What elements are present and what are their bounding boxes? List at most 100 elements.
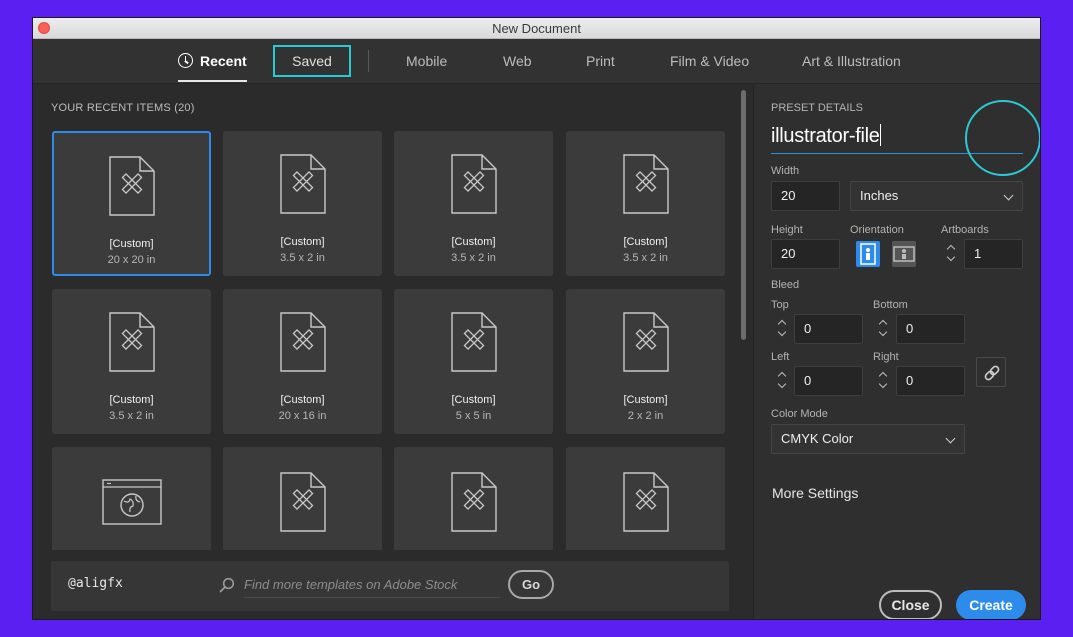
orientation-label: Orientation xyxy=(850,224,904,236)
recent-item-card[interactable]: [Custom] 20 x 16 in xyxy=(223,289,382,434)
recent-item-card[interactable]: [Custom] 5 x 5 in xyxy=(394,289,553,434)
scrollbar-thumb[interactable] xyxy=(741,90,746,340)
recent-item-card[interactable]: [Custom] 2 x 2 in xyxy=(566,289,725,434)
more-settings-link[interactable]: More Settings xyxy=(772,485,858,501)
recent-item-name: [Custom] xyxy=(280,394,325,406)
artboards-field[interactable]: 1 xyxy=(964,239,1023,269)
recent-item-name: [Custom] xyxy=(280,236,325,248)
recent-item-size: 3.5 x 2 in xyxy=(451,252,496,264)
recent-item-card[interactable]: [Custom] 3.5 x 2 in xyxy=(566,131,725,276)
new-document-dialog: New Document Recent Saved Mobile Web Pri… xyxy=(33,18,1040,619)
window-title: New Document xyxy=(492,21,581,36)
stock-search-bar: @aligfx Go xyxy=(51,561,729,611)
search-icon xyxy=(219,577,235,593)
document-icon xyxy=(108,312,155,372)
preset-name-text: illustrator-file xyxy=(771,125,880,147)
bleed-right-field[interactable]: 0 xyxy=(896,366,965,396)
document-icon xyxy=(450,154,497,214)
recent-item-size: 3.5 x 2 in xyxy=(280,252,325,264)
link-icon xyxy=(984,365,1000,381)
recent-item-name: [Custom] xyxy=(451,236,496,248)
title-bar: New Document xyxy=(33,18,1040,39)
recent-item-size: 20 x 20 in xyxy=(107,254,156,266)
bleed-right-stepper[interactable] xyxy=(875,366,894,396)
bleed-right-label: Right xyxy=(873,351,899,363)
recent-item-name: [Custom] xyxy=(109,238,154,250)
chevron-down-icon xyxy=(1003,190,1014,201)
landscape-icon xyxy=(893,246,915,262)
recent-item-card[interactable] xyxy=(52,447,211,550)
bleed-left-stepper[interactable] xyxy=(774,366,793,396)
color-mode-value: CMYK Color xyxy=(781,431,854,446)
tab-mobile[interactable]: Mobile xyxy=(406,39,447,84)
stock-search-input[interactable] xyxy=(244,572,500,598)
preset-details-heading: PRESET DETAILS xyxy=(771,102,863,114)
height-label: Height xyxy=(771,224,803,236)
landscape-orientation-button[interactable] xyxy=(892,241,916,267)
link-bleed-button[interactable] xyxy=(976,357,1006,387)
bleed-left-label: Left xyxy=(771,351,790,363)
text-cursor xyxy=(879,124,881,146)
stepper-down-icon xyxy=(946,252,956,262)
artboards-stepper[interactable] xyxy=(943,239,962,269)
preset-details-pane: PRESET DETAILS illustrator-file Width 20… xyxy=(753,84,1040,619)
recent-heading-text: YOUR RECENT ITEMS xyxy=(51,102,171,114)
clock-icon xyxy=(178,53,193,68)
bleed-bottom-label: Bottom xyxy=(873,299,908,311)
stepper-down-icon xyxy=(777,327,787,337)
document-icon xyxy=(279,154,326,214)
web-document-icon xyxy=(101,479,162,525)
bleed-label: Bleed xyxy=(771,279,800,291)
category-tabs: Recent Saved Mobile Web Print Film & Vid… xyxy=(33,39,1040,84)
height-field[interactable]: 20 xyxy=(771,239,840,269)
stepper-down-icon xyxy=(777,379,787,389)
bleed-bottom-field[interactable]: 0 xyxy=(896,314,965,344)
go-button[interactable]: Go xyxy=(508,570,554,599)
recent-item-card[interactable]: [Custom] 3.5 x 2 in xyxy=(223,131,382,276)
document-icon xyxy=(279,472,326,532)
units-value: Inches xyxy=(860,188,899,203)
recent-item-name: [Custom] xyxy=(451,394,496,406)
color-mode-label: Color Mode xyxy=(771,408,828,420)
recent-item-card[interactable] xyxy=(394,447,553,550)
recent-item-size: 20 x 16 in xyxy=(278,410,327,422)
tab-web[interactable]: Web xyxy=(503,39,532,84)
portrait-orientation-button[interactable] xyxy=(856,241,880,267)
highlight-circle xyxy=(965,100,1040,176)
document-icon xyxy=(622,312,669,372)
bleed-bottom-stepper[interactable] xyxy=(875,314,894,344)
recent-item-card[interactable]: [Custom] 3.5 x 2 in xyxy=(52,289,211,434)
recent-item-size: 5 x 5 in xyxy=(455,410,492,422)
close-button[interactable]: Close xyxy=(879,590,942,619)
recent-item-name: [Custom] xyxy=(109,394,154,406)
width-label: Width xyxy=(771,165,800,177)
bleed-top-field[interactable]: 0 xyxy=(794,314,863,344)
recent-item-card[interactable]: [Custom] 3.5 x 2 in xyxy=(394,131,553,276)
stepper-down-icon xyxy=(878,327,888,337)
recent-item-card[interactable] xyxy=(566,447,725,550)
recent-count: (20) xyxy=(174,102,195,114)
create-button[interactable]: Create xyxy=(956,590,1026,619)
chevron-down-icon xyxy=(945,433,956,444)
tab-divider xyxy=(368,50,369,72)
color-mode-dropdown[interactable]: CMYK Color xyxy=(771,424,965,454)
tab-recent[interactable]: Recent xyxy=(178,39,247,84)
document-icon xyxy=(108,156,155,216)
bleed-left-field[interactable]: 0 xyxy=(794,366,863,396)
bleed-top-stepper[interactable] xyxy=(774,314,793,344)
tab-art-illustration[interactable]: Art & Illustration xyxy=(802,39,901,84)
width-field[interactable]: 20 xyxy=(771,181,840,211)
recent-item-name: [Custom] xyxy=(623,236,668,248)
tab-saved[interactable]: Saved xyxy=(273,45,351,77)
units-dropdown[interactable]: Inches xyxy=(850,181,1023,211)
tab-film-video[interactable]: Film & Video xyxy=(670,39,749,84)
recent-item-card[interactable] xyxy=(223,447,382,550)
tab-print[interactable]: Print xyxy=(586,39,615,84)
document-icon xyxy=(622,472,669,532)
recent-item-card[interactable]: [Custom] 20 x 20 in xyxy=(52,131,211,276)
recent-item-name: [Custom] xyxy=(623,394,668,406)
tab-recent-label: Recent xyxy=(200,53,247,69)
portrait-icon xyxy=(860,243,876,265)
watermark-text: @aligfx xyxy=(68,576,123,591)
document-icon xyxy=(450,312,497,372)
